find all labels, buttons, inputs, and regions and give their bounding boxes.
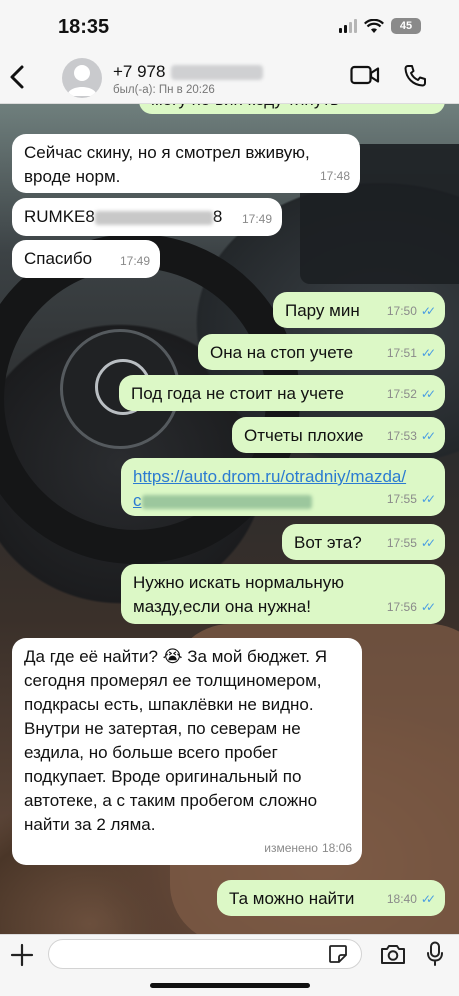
avatar[interactable]: [62, 58, 102, 98]
message-time: 17:55: [386, 536, 417, 550]
message-time: 17:56: [386, 600, 417, 614]
camera-icon: [381, 945, 405, 964]
default-avatar-icon: [67, 65, 97, 96]
sticker-icon: [329, 945, 347, 963]
read-receipt-icon: ✓✓: [420, 600, 436, 614]
message-meta: 17:49: [120, 249, 150, 273]
video-call-button[interactable]: [350, 65, 380, 90]
message-outgoing[interactable]: Пару мин 17:50 ✓✓: [273, 292, 445, 328]
read-receipt-icon: ✓✓: [420, 304, 436, 318]
camera-button[interactable]: [380, 943, 406, 970]
message-text: Вот эта?: [294, 533, 362, 552]
message-meta: 17:52 ✓✓: [386, 382, 436, 406]
message-time: 17:49: [119, 254, 150, 268]
message-meta: 18:40 ✓✓: [386, 887, 436, 911]
message-meta: 17:56 ✓✓: [386, 595, 436, 619]
message-meta: 17:51 ✓✓: [386, 341, 436, 365]
home-indicator: [150, 983, 310, 988]
message-outgoing[interactable]: Под года не стоит на учете 17:52 ✓✓: [119, 375, 445, 411]
message-meta: 17:50 ✓✓: [386, 299, 436, 323]
message-time: 17:51: [386, 346, 417, 360]
message-input[interactable]: [48, 939, 362, 969]
contact-name[interactable]: +7 978: [113, 62, 264, 82]
message-meta: 17:49: [242, 207, 272, 231]
message-incoming[interactable]: RUMKE8 8 17:49: [12, 198, 282, 236]
message-text: Пару мин: [285, 301, 360, 320]
message-outgoing[interactable]: Вот эта? 17:55 ✓✓: [282, 524, 445, 560]
voice-call-button[interactable]: [403, 64, 427, 93]
header-bar: 18:35 45 +7 978 был(-а): Пн в 20:26: [0, 0, 459, 104]
redacted-link: [141, 494, 312, 509]
redacted-number: [171, 64, 264, 80]
message-text: Нужно искать нормальную мазду,если она н…: [133, 573, 345, 616]
sticker-button[interactable]: [328, 944, 348, 969]
read-receipt-icon: ✓✓: [420, 429, 436, 443]
message-text: Та можно найти: [229, 889, 355, 908]
message-meta: 17:55 ✓✓: [386, 531, 436, 555]
message-time: 17:48: [319, 169, 350, 183]
message-outgoing[interactable]: https://auto.drom.ru/otradniy/mazda/ c 1…: [121, 458, 445, 516]
read-receipt-icon: ✓✓: [420, 536, 436, 550]
message-outgoing[interactable]: Та можно найти 18:40 ✓✓: [217, 880, 445, 916]
read-receipt-icon: ✓✓: [420, 492, 436, 506]
message-text-end: 8: [212, 207, 223, 226]
message-incoming[interactable]: Сейчас скину, но я смотрел вживую, вроде…: [12, 134, 360, 193]
message-text: Под года не стоит на учете: [131, 384, 344, 403]
message-link[interactable]: https://auto.drom.ru/otradniy/mazda/: [133, 465, 433, 489]
message-meta: 17:53 ✓✓: [386, 424, 436, 448]
status-icons: 45: [339, 18, 421, 34]
read-receipt-icon: ✓✓: [420, 892, 436, 906]
message-outgoing[interactable]: Отчеты плохие 17:53 ✓✓: [232, 417, 445, 453]
message-time: 17:52: [386, 387, 417, 401]
message-time: 17:50: [386, 304, 417, 318]
message-text: Спасибо: [24, 249, 93, 268]
read-receipt-icon: ✓✓: [420, 346, 436, 360]
voice-message-button[interactable]: [426, 941, 444, 972]
message-meta: 17:48: [320, 164, 350, 188]
message-meta: 17:55 ✓✓: [386, 487, 436, 511]
message-time: 18:40: [386, 892, 417, 906]
phone-icon: [404, 65, 426, 87]
message-text: Сейчас скину, но я смотрел вживую, вроде…: [24, 143, 310, 186]
redacted-vin: [94, 210, 213, 225]
message-time: 17:53: [386, 429, 417, 443]
message-text: RUMKE8: [24, 207, 95, 226]
message-text: Да где её найти? 😭 За мой бюджет. Я сего…: [24, 647, 327, 834]
status-time: 18:35: [58, 16, 110, 38]
microphone-icon: [427, 941, 443, 966]
contact-phone: +7 978: [113, 62, 166, 81]
video-camera-icon: [350, 65, 380, 85]
attach-button[interactable]: [10, 941, 34, 975]
message-meta: изменено 18:06: [264, 836, 352, 860]
message-text: Отчеты плохие: [244, 426, 364, 445]
message-text: Она на стоп учете: [210, 343, 354, 362]
battery-indicator: 45: [391, 18, 421, 34]
signal-icon: [339, 19, 357, 33]
chevron-left-icon: [10, 65, 24, 89]
message-list[interactable]: могу по вин коду тянуть 17:47 ✓✓ Сейчас …: [0, 88, 459, 934]
message-outgoing[interactable]: Она на стоп учете 17:51 ✓✓: [198, 334, 445, 370]
last-seen-status: был(-а): Пн в 20:26: [113, 84, 215, 96]
wifi-icon: [364, 18, 384, 33]
read-receipt-icon: ✓✓: [420, 387, 436, 401]
message-incoming[interactable]: Спасибо 17:49: [12, 240, 160, 278]
back-button[interactable]: [8, 64, 26, 95]
composer-bar: [0, 934, 459, 996]
message-time: 17:49: [241, 212, 272, 226]
message-outgoing[interactable]: Нужно искать нормальную мазду,если она н…: [121, 564, 445, 624]
message-link-end[interactable]: c: [133, 491, 142, 510]
message-edited-label: изменено: [264, 841, 318, 855]
message-time: 17:55: [386, 492, 417, 506]
message-time: 18:06: [321, 841, 352, 855]
plus-icon: [10, 943, 34, 967]
message-incoming[interactable]: Да где её найти? 😭 За мой бюджет. Я сего…: [12, 638, 362, 865]
